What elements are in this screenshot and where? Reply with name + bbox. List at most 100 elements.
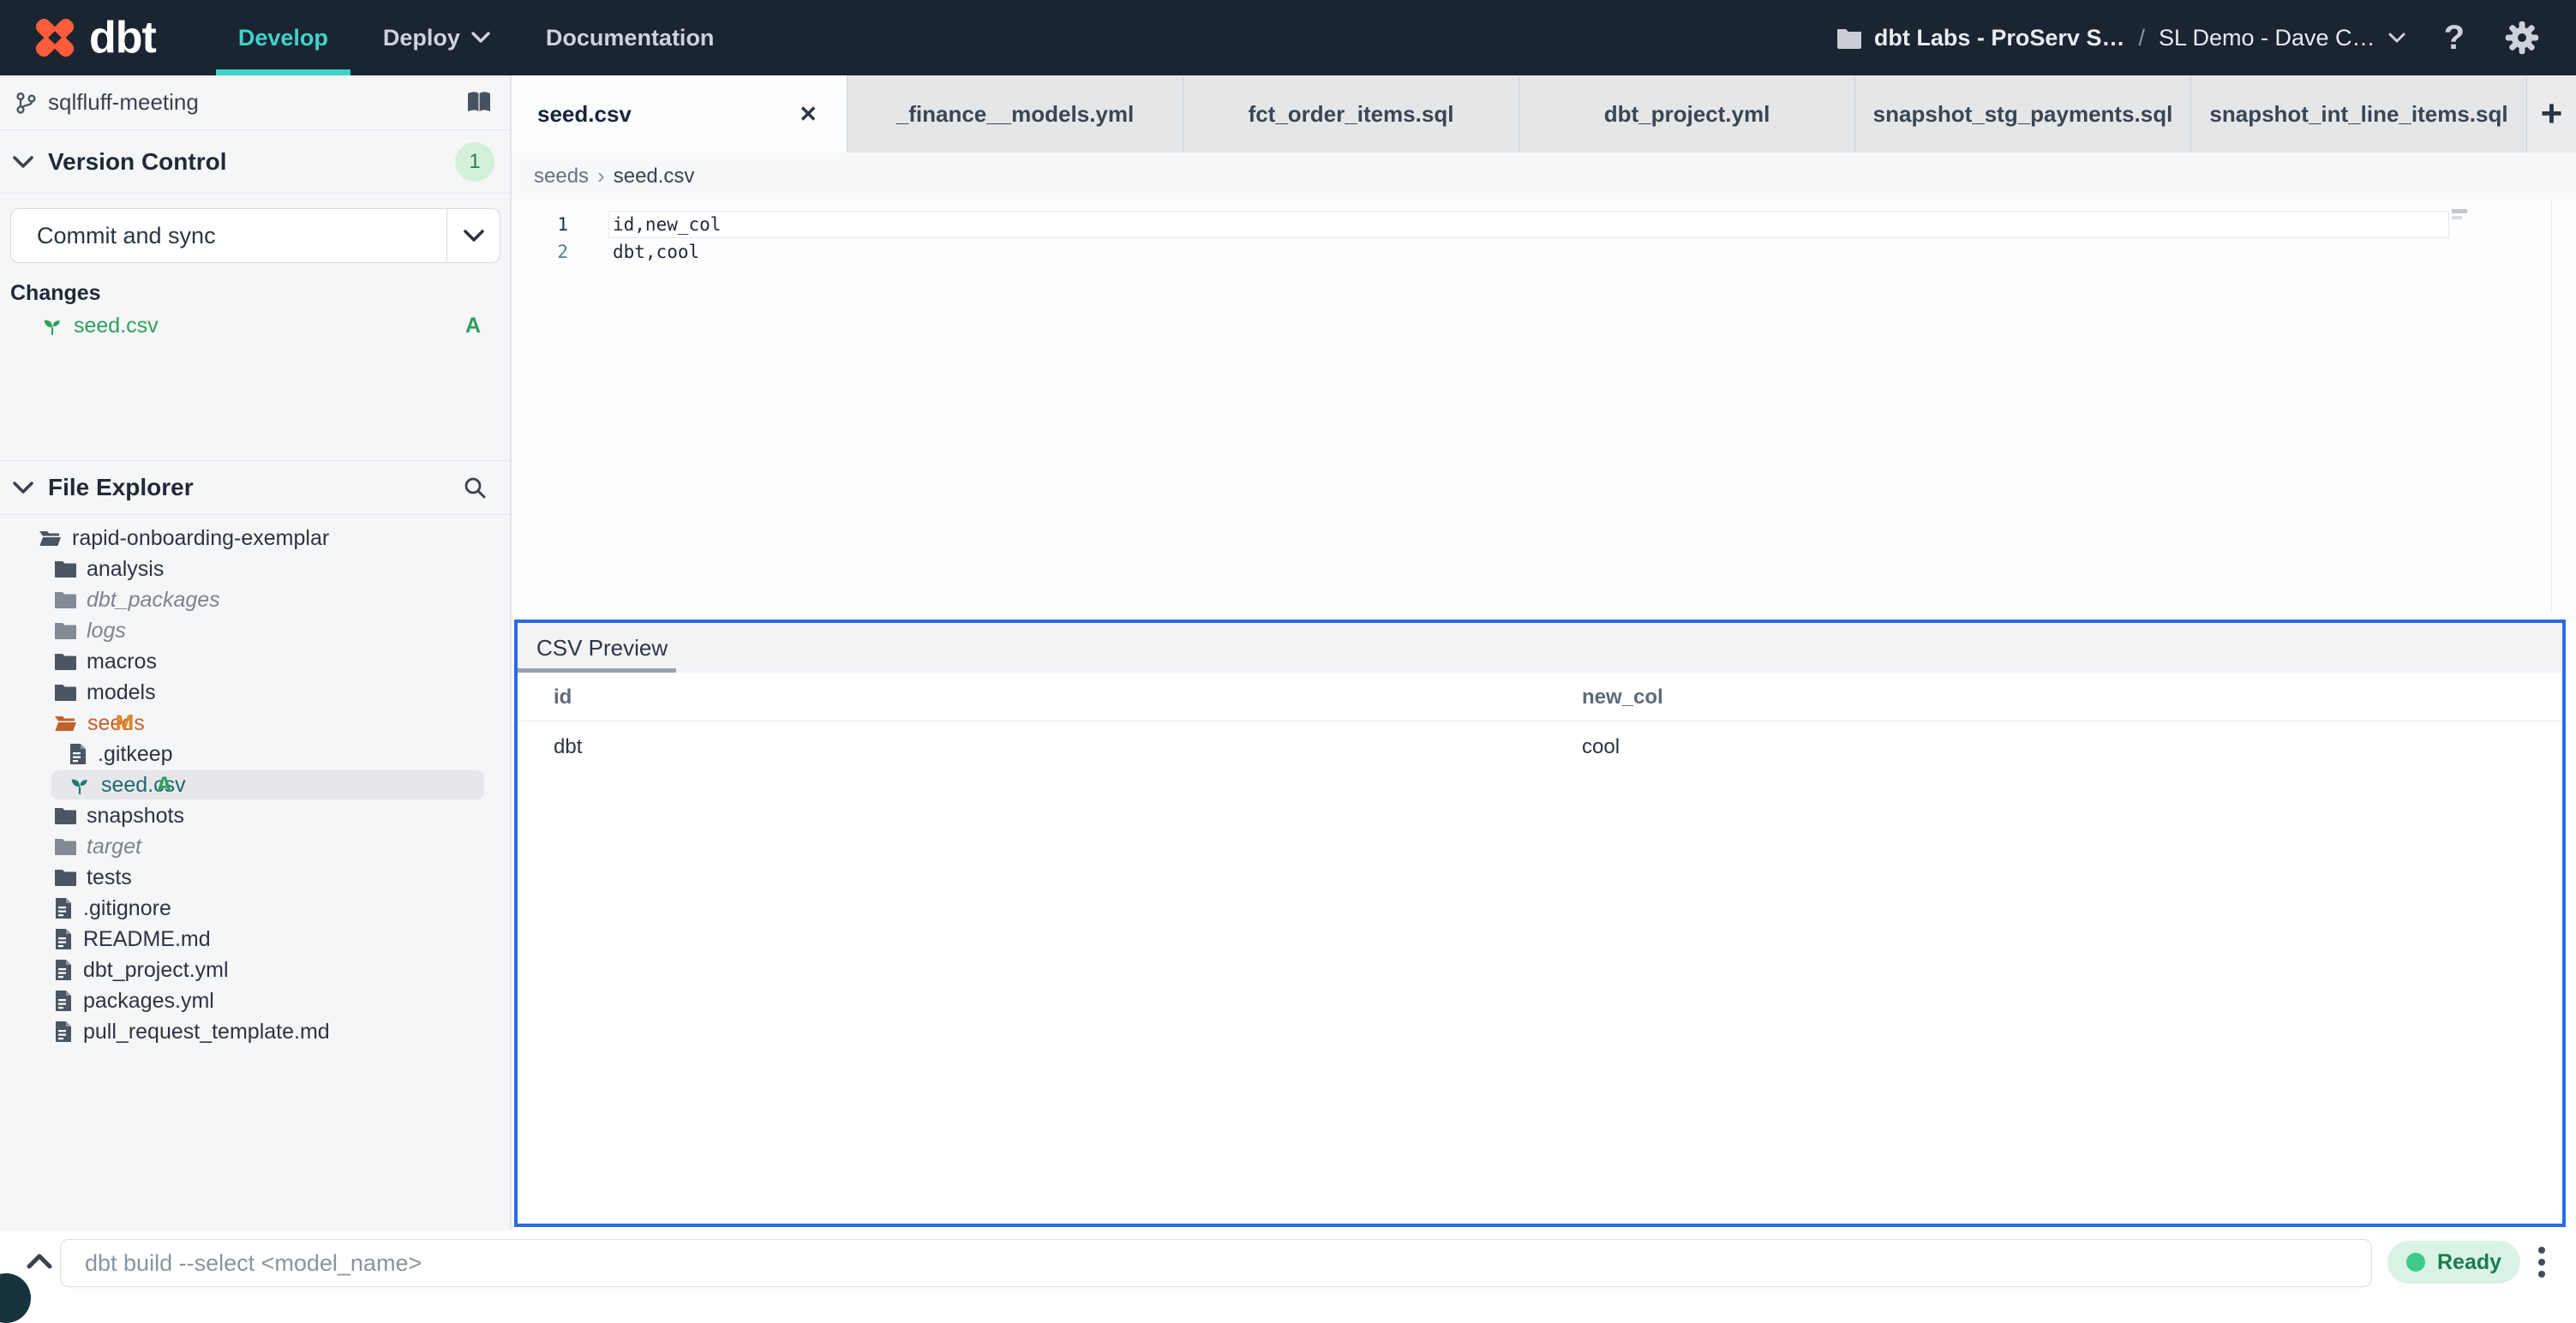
chevron-down-icon	[12, 481, 34, 495]
tree-item-macros[interactable]: macros	[0, 646, 510, 677]
version-control-title: Version Control	[48, 148, 227, 175]
nav-item-deploy[interactable]: Deploy	[356, 0, 518, 75]
seedling-icon	[41, 314, 63, 337]
nav-item-develop[interactable]: Develop	[211, 0, 356, 75]
commit-and-sync-button[interactable]: Commit and sync	[10, 208, 500, 263]
kebab-menu-icon[interactable]	[2525, 1241, 2559, 1284]
code-line: id,new_col	[613, 214, 722, 235]
code-editor[interactable]: 1 2 id,new_col dbt,cool	[512, 200, 2576, 620]
project-name: SL Demo - Dave C…	[2158, 24, 2375, 51]
tree-item-analysis[interactable]: analysis	[0, 554, 510, 584]
cell-value: cool	[1582, 735, 1620, 758]
folder-icon	[54, 805, 76, 826]
csv-preview-panel: CSV Preview id new_col dbt cool	[514, 620, 2566, 1227]
help-icon[interactable]: ?	[2444, 21, 2465, 55]
tree-item-target[interactable]: target	[0, 831, 510, 862]
tree-item-seeds[interactable]: seeds M	[0, 708, 510, 739]
cell-value: dbt	[554, 735, 583, 758]
folder-icon	[54, 682, 76, 703]
folder-icon	[54, 559, 76, 579]
folder-icon	[54, 590, 76, 610]
seedling-icon	[69, 774, 91, 796]
account-separator: /	[2138, 24, 2145, 51]
file-icon	[54, 959, 73, 981]
git-status-badge: M	[115, 710, 134, 735]
column-header: id	[554, 685, 572, 709]
git-status-badge: A	[464, 313, 481, 338]
folder-icon	[54, 651, 76, 672]
dbt-logo[interactable]: dbt	[31, 12, 157, 63]
search-icon[interactable]	[462, 475, 488, 500]
changed-file-seed-csv[interactable]: seed.csv A	[0, 308, 510, 343]
csv-table-header-row: id new_col	[518, 673, 2562, 721]
tree-item-gitkeep[interactable]: .gitkeep	[0, 739, 510, 769]
top-nav: dbt Develop Deploy Documentation dbt Lab…	[0, 0, 2576, 75]
tree-item-gitignore[interactable]: .gitignore	[0, 893, 510, 924]
version-control-header[interactable]: Version Control 1	[0, 131, 510, 194]
file-icon	[54, 990, 73, 1012]
line-number: 2	[557, 242, 568, 262]
tab-snapshot-int-line-items-sql[interactable]: snapshot_int_line_items.sql	[2191, 75, 2527, 153]
command-bar: Ready	[0, 1230, 2576, 1292]
editor-tab-bar: seed.csv ✕ _finance__models.yml fct_orde…	[512, 75, 2576, 153]
chevron-up-icon[interactable]	[21, 1242, 58, 1280]
folder-icon	[54, 867, 76, 888]
current-line-highlight	[608, 211, 2449, 238]
git-status-badge: A	[156, 772, 172, 797]
tree-item-dbt-project-yml[interactable]: dbt_project.yml	[0, 955, 510, 985]
command-input[interactable]	[60, 1239, 2372, 1287]
chevron-down-icon	[470, 31, 491, 45]
breadcrumb: seeds › seed.csv	[512, 153, 2576, 200]
column-header: new_col	[1582, 685, 1663, 709]
folder-open-icon	[39, 528, 62, 548]
tree-item-packages-yml[interactable]: packages.yml	[0, 985, 510, 1016]
code-line: dbt,cool	[613, 242, 700, 262]
gear-icon[interactable]	[2502, 18, 2542, 57]
file-icon	[54, 928, 73, 950]
tree-item-snapshots[interactable]: snapshots	[0, 800, 510, 831]
breadcrumb-file[interactable]: seed.csv	[614, 165, 695, 189]
chevron-down-icon	[2387, 32, 2406, 45]
close-icon[interactable]: ✕	[799, 101, 818, 128]
folder-icon	[54, 620, 76, 641]
branch-name: sqlfluff-meeting	[48, 89, 199, 115]
file-icon	[54, 897, 73, 919]
nav-item-documentation[interactable]: Documentation	[518, 0, 742, 75]
sidebar: sqlfluff-meeting Version Control 1 Commi…	[0, 75, 512, 1230]
nav-right: dbt Labs - ProServ S… / SL Demo - Dave C…	[1836, 18, 2542, 57]
tree-item-seed-csv[interactable]: seed.csv A	[0, 769, 510, 800]
tab-seed-csv[interactable]: seed.csv ✕	[512, 75, 848, 153]
tree-item-tests[interactable]: tests	[0, 862, 510, 893]
tree-item-logs[interactable]: logs	[0, 615, 510, 646]
status-dot-icon	[2406, 1253, 2425, 1272]
tree-item-dbt-packages[interactable]: dbt_packages	[0, 584, 510, 615]
file-explorer-title: File Explorer	[48, 474, 194, 500]
csv-preview-header: CSV Preview	[518, 623, 2562, 673]
tree-item-pull-request-template[interactable]: pull_request_template.md	[0, 1016, 510, 1047]
tab-fct-order-items-sql[interactable]: fct_order_items.sql	[1183, 75, 1519, 153]
new-tab-button[interactable]: +	[2527, 75, 2576, 153]
account-project-selector[interactable]: dbt Labs - ProServ S… / SL Demo - Dave C…	[1836, 25, 2406, 51]
file-tree: rapid-onboarding-exemplar analysis dbt_p…	[0, 523, 510, 1047]
tree-item-models[interactable]: models	[0, 677, 510, 708]
tab-finance-models-yml[interactable]: _finance__models.yml	[848, 75, 1183, 153]
file-icon	[69, 743, 87, 765]
csv-table-row: dbt cool	[518, 721, 2562, 773]
git-branch-icon	[14, 91, 38, 115]
nav-menu: Develop Deploy Documentation	[211, 0, 742, 75]
docs-book-icon[interactable]	[465, 91, 493, 115]
branch-row: sqlfluff-meeting	[0, 75, 510, 130]
commit-options-dropdown[interactable]	[446, 209, 500, 262]
folder-icon	[1836, 27, 1862, 49]
status-badge[interactable]: Ready	[2387, 1241, 2521, 1284]
tree-item-rapid-onboarding-exemplar[interactable]: rapid-onboarding-exemplar	[0, 523, 510, 554]
breadcrumb-folder[interactable]: seeds	[534, 165, 589, 189]
csv-preview-title[interactable]: CSV Preview	[536, 635, 668, 662]
tree-item-readme[interactable]: README.md	[0, 924, 510, 955]
chevron-right-icon: ›	[597, 163, 605, 189]
minimap	[2452, 209, 2467, 213]
file-explorer-header[interactable]: File Explorer	[0, 460, 510, 515]
tab-snapshot-stg-payments-sql[interactable]: snapshot_stg_payments.sql	[1855, 75, 2191, 153]
tab-dbt-project-yml[interactable]: dbt_project.yml	[1519, 75, 1855, 153]
line-number: 1	[557, 214, 568, 235]
